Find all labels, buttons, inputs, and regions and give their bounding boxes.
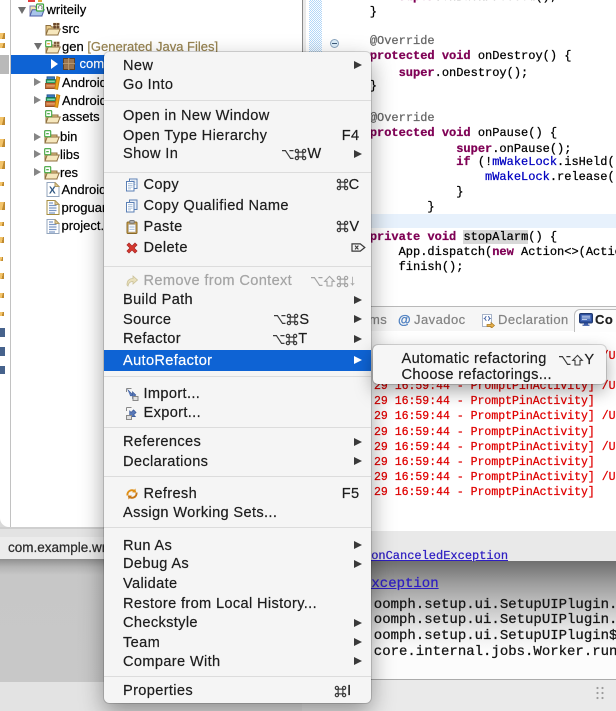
- svg-text:X: X: [49, 186, 56, 197]
